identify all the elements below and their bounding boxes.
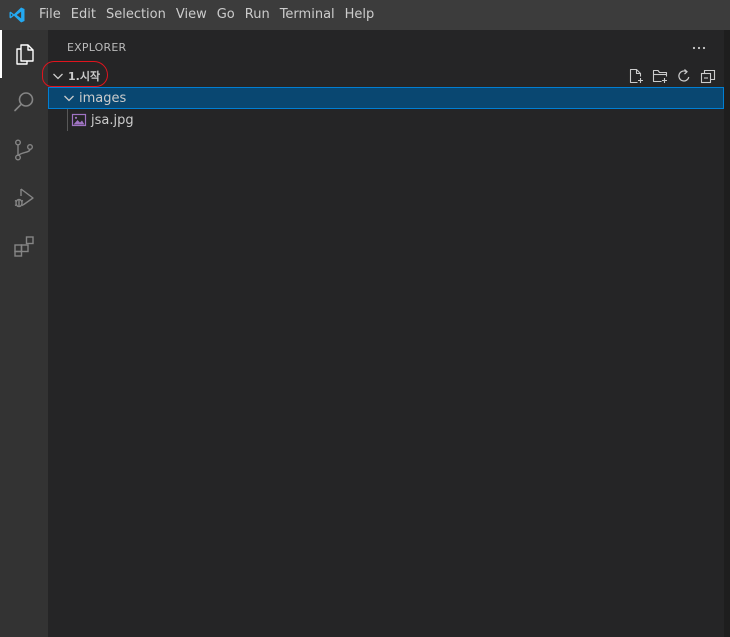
menu-file[interactable]: File <box>34 0 66 30</box>
workspace-folder-name: 1.시작 <box>68 70 101 83</box>
image-file-icon <box>71 113 87 127</box>
section-actions <box>626 65 718 87</box>
menu-run[interactable]: Run <box>240 0 275 30</box>
activity-source-control[interactable] <box>0 126 48 174</box>
file-tree: images jsa.jpg <box>48 87 724 131</box>
tree-item-images[interactable]: images <box>48 87 724 109</box>
menu-help[interactable]: Help <box>340 0 380 30</box>
sidebar-header: EXPLORER <box>48 30 724 65</box>
explorer-sidebar: EXPLORER 1.시작 images jsa.jpg <box>42 30 724 637</box>
search-icon <box>14 92 34 112</box>
sidebar-title: EXPLORER <box>67 41 127 54</box>
ellipsis-icon <box>692 46 706 49</box>
activity-bar <box>0 30 48 637</box>
more-actions-button[interactable] <box>688 37 710 59</box>
files-icon <box>16 44 34 65</box>
activity-extensions[interactable] <box>0 222 48 270</box>
editor-area-edge <box>724 30 730 637</box>
tree-item-label: images <box>79 90 127 106</box>
tree-item-label: jsa.jpg <box>91 112 134 128</box>
vscode-logo-icon <box>0 0 34 30</box>
menu-selection[interactable]: Selection <box>101 0 171 30</box>
title-bar: File Edit Selection View Go Run Terminal… <box>0 0 730 30</box>
run-debug-icon <box>14 188 34 208</box>
menu-view[interactable]: View <box>171 0 212 30</box>
extensions-icon <box>14 236 34 257</box>
new-folder-button[interactable] <box>650 66 670 86</box>
collapse-all-button[interactable] <box>698 66 718 86</box>
new-file-button[interactable] <box>626 66 646 86</box>
activity-search[interactable] <box>0 78 48 126</box>
source-control-icon <box>15 139 33 161</box>
menu-edit[interactable]: Edit <box>66 0 101 30</box>
indent-guide <box>67 109 68 131</box>
activity-run-debug[interactable] <box>0 174 48 222</box>
menu-bar: File Edit Selection View Go Run Terminal… <box>34 0 379 30</box>
new-folder-icon <box>652 69 668 83</box>
collapse-all-icon <box>700 69 716 84</box>
refresh-button[interactable] <box>674 66 694 86</box>
refresh-icon <box>678 69 690 82</box>
menu-terminal[interactable]: Terminal <box>275 0 340 30</box>
tree-item-jsa-jpg[interactable]: jsa.jpg <box>48 109 724 131</box>
chevron-down-icon <box>64 95 74 102</box>
chevron-down-icon <box>53 73 63 80</box>
new-file-icon <box>629 68 643 84</box>
workspace-section-header[interactable]: 1.시작 <box>42 61 724 87</box>
activity-explorer[interactable] <box>0 30 48 78</box>
menu-go[interactable]: Go <box>212 0 240 30</box>
